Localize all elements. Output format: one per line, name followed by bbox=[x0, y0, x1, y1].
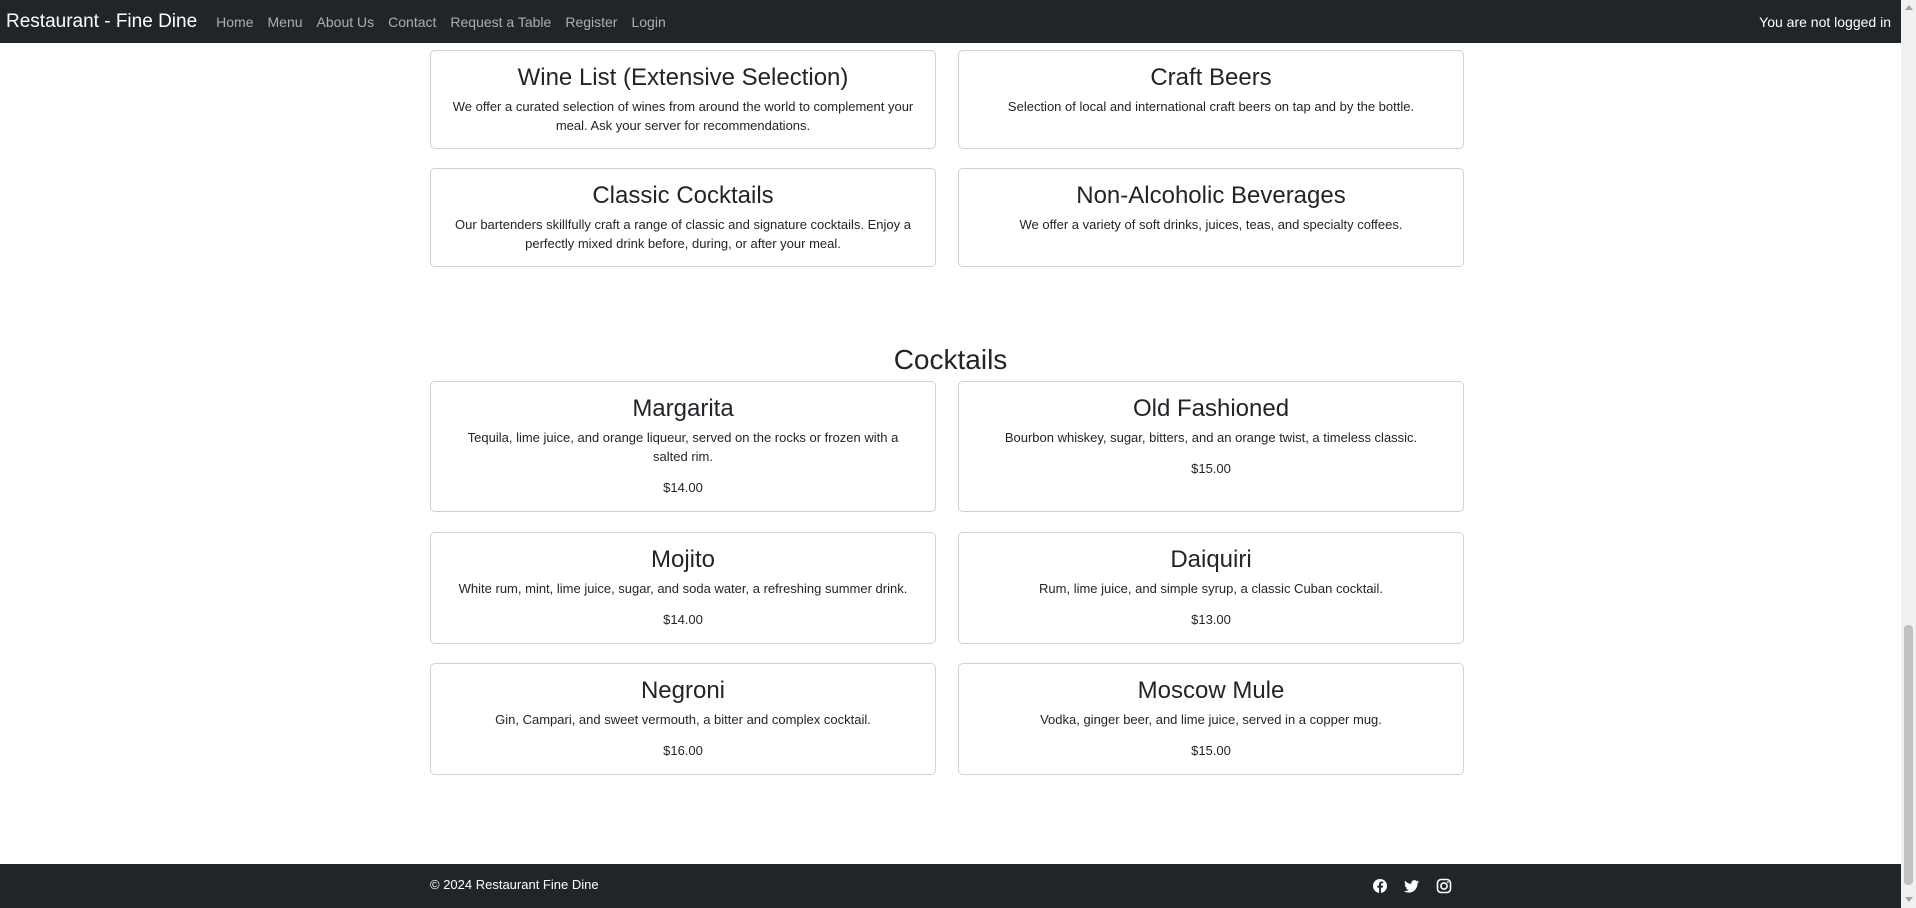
beverage-card-wine: Wine List (Extensive Selection) We offer… bbox=[430, 50, 936, 149]
cocktail-description: Rum, lime juice, and simple syrup, a cla… bbox=[1039, 581, 1383, 596]
nav-link-request-table[interactable]: Request a Table bbox=[443, 14, 558, 30]
cocktail-price: $14.00 bbox=[663, 612, 703, 627]
cocktail-name: Margarita bbox=[632, 395, 734, 422]
scroll-down-arrow-icon[interactable] bbox=[1905, 897, 1913, 902]
facebook-icon[interactable] bbox=[1372, 878, 1388, 894]
cocktail-description: Vodka, ginger beer, and lime juice, serv… bbox=[1040, 712, 1382, 727]
cocktail-card-moscow-mule: Moscow Mule Vodka, ginger beer, and lime… bbox=[958, 663, 1464, 775]
beverage-card-description: We offer a variety of soft drinks, juice… bbox=[1019, 217, 1403, 232]
top-navbar: Restaurant - Fine Dine Home Menu About U… bbox=[0, 0, 1901, 43]
cocktails-section-title: Cocktails bbox=[893, 344, 1008, 375]
cocktail-price: $13.00 bbox=[1191, 612, 1231, 627]
nav-link-home[interactable]: Home bbox=[209, 14, 260, 30]
beverage-card-title: Classic Cocktails bbox=[592, 182, 774, 209]
nav-link-about-us[interactable]: About Us bbox=[310, 14, 382, 30]
cocktail-name: Daiquiri bbox=[1170, 546, 1252, 573]
cocktail-card-negroni: Negroni Gin, Campari, and sweet vermouth… bbox=[430, 663, 936, 775]
beverage-card-description: Selection of local and international cra… bbox=[1007, 99, 1415, 114]
scroll-up-arrow-icon[interactable] bbox=[1905, 5, 1913, 10]
navbar-brand[interactable]: Restaurant - Fine Dine bbox=[6, 11, 197, 33]
page-scrollbar[interactable] bbox=[1901, 0, 1916, 908]
cocktail-description: Tequila, lime juice, and orange liqueur,… bbox=[467, 430, 899, 464]
beverage-card-title: Non-Alcoholic Beverages bbox=[1076, 182, 1346, 209]
cocktail-card-margarita: Margarita Tequila, lime juice, and orang… bbox=[430, 381, 936, 512]
cocktail-description: Gin, Campari, and sweet vermouth, a bitt… bbox=[495, 712, 871, 727]
cocktail-description: Bourbon whiskey, sugar, bitters, and an … bbox=[1004, 430, 1418, 445]
beverage-card-title: Craft Beers bbox=[1150, 64, 1272, 91]
cocktail-description: White rum, mint, lime juice, sugar, and … bbox=[458, 581, 908, 596]
nav-link-menu[interactable]: Menu bbox=[261, 14, 310, 30]
cocktail-price: $14.00 bbox=[663, 480, 703, 495]
footer-copyright: © 2024 Restaurant Fine Dine bbox=[430, 877, 599, 892]
beverage-card-beer: Craft Beers Selection of local and inter… bbox=[958, 50, 1464, 149]
scrollbar-thumb[interactable] bbox=[1904, 625, 1913, 885]
main-content: Wine List (Extensive Selection) We offer… bbox=[0, 0, 1901, 864]
cocktail-name: Mojito bbox=[650, 546, 716, 573]
cocktail-name: Negroni bbox=[640, 677, 726, 704]
nav-link-register[interactable]: Register bbox=[558, 14, 624, 30]
beverage-card-non-alcoholic: Non-Alcoholic Beverages We offer a varie… bbox=[958, 168, 1464, 267]
nav-link-contact[interactable]: Contact bbox=[381, 14, 443, 30]
beverage-card-description: We offer a curated selection of wines fr… bbox=[452, 99, 914, 133]
cocktail-price: $15.00 bbox=[1191, 743, 1231, 758]
cocktail-name: Moscow Mule bbox=[1137, 677, 1285, 704]
cocktail-card-daiquiri: Daiquiri Rum, lime juice, and simple syr… bbox=[958, 532, 1464, 644]
beverage-card-cocktails: Classic Cocktails Our bartenders skillfu… bbox=[430, 168, 936, 267]
nav-link-login[interactable]: Login bbox=[624, 14, 672, 30]
cocktail-price: $16.00 bbox=[663, 743, 703, 758]
twitter-icon[interactable] bbox=[1404, 878, 1420, 894]
beverage-card-title: Wine List (Extensive Selection) bbox=[517, 64, 849, 91]
cocktail-name: Old Fashioned bbox=[1132, 395, 1290, 422]
cocktail-card-old-fashioned: Old Fashioned Bourbon whiskey, sugar, bi… bbox=[958, 381, 1464, 512]
login-status: You are not logged in bbox=[1759, 13, 1891, 30]
cocktail-card-mojito: Mojito White rum, mint, lime juice, suga… bbox=[430, 532, 936, 644]
cocktail-price: $15.00 bbox=[1191, 461, 1231, 476]
beverage-card-description: Our bartenders skillfully craft a range … bbox=[455, 217, 911, 251]
page-footer: © 2024 Restaurant Fine Dine bbox=[0, 864, 1901, 908]
instagram-icon[interactable] bbox=[1436, 878, 1452, 894]
